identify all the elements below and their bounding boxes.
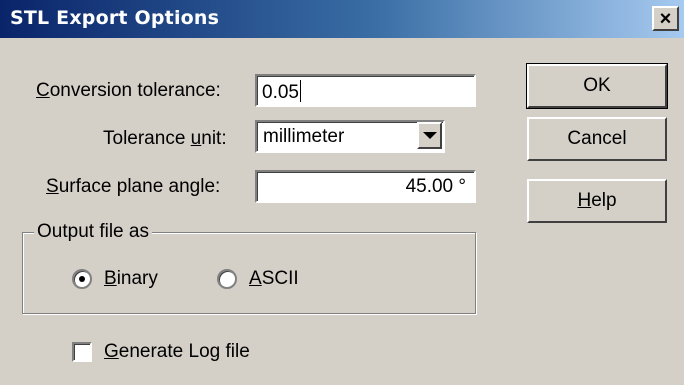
conversion-tolerance-input[interactable]: 0.05 xyxy=(255,74,476,107)
binary-label-rest: inary xyxy=(116,268,158,289)
surface-plane-angle-mnemonic: S xyxy=(46,176,59,197)
cancel-button[interactable]: Cancel xyxy=(527,117,667,161)
ascii-label-rest: SCII xyxy=(261,268,299,289)
generate-log-label: Generate Log file xyxy=(104,341,250,363)
ascii-radio[interactable]: ASCII xyxy=(217,268,299,290)
surface-plane-angle-value: 45.00 ° xyxy=(405,176,466,197)
binary-radio[interactable]: Binary xyxy=(72,268,158,290)
help-button[interactable]: Help xyxy=(527,179,667,223)
help-button-label: Help xyxy=(577,190,616,212)
binary-radio-label: Binary xyxy=(104,268,158,290)
conversion-tolerance-label-rest: onversion tolerance: xyxy=(49,80,221,101)
tolerance-unit-label: Tolerance unit: xyxy=(103,128,227,150)
generate-log-checkbox[interactable]: Generate Log file xyxy=(72,341,250,363)
conversion-tolerance-value: 0.05 xyxy=(262,82,299,103)
generate-log-mnemonic: G xyxy=(104,341,119,362)
binary-mnemonic: B xyxy=(104,268,117,289)
close-button[interactable]: × xyxy=(652,6,679,31)
tolerance-unit-dropdown-button[interactable] xyxy=(417,122,442,149)
surface-plane-angle-input[interactable]: 45.00 ° xyxy=(255,170,476,203)
close-icon: × xyxy=(659,7,672,30)
output-file-group-legend: Output file as xyxy=(34,221,152,243)
surface-plane-angle-label-rest: urface plane angle: xyxy=(58,176,221,197)
tolerance-unit-value: millimeter xyxy=(263,126,345,147)
ascii-radio-label: ASCII xyxy=(249,268,299,290)
radio-selected-icon xyxy=(72,269,92,289)
tolerance-unit-label-pre: Tolerance xyxy=(103,128,191,149)
checkbox-box xyxy=(72,342,92,362)
radio-unselected-icon xyxy=(217,269,237,289)
tolerance-unit-label-rest: nit: xyxy=(201,128,227,149)
stl-export-dialog: STL Export Options × Conversion toleranc… xyxy=(0,0,684,385)
text-caret xyxy=(299,80,301,102)
conversion-tolerance-label: Conversion tolerance: xyxy=(36,80,221,102)
help-label-rest: elp xyxy=(591,190,617,211)
conversion-tolerance-mnemonic: C xyxy=(36,80,50,101)
tolerance-unit-mnemonic: u xyxy=(190,128,202,149)
ascii-mnemonic: A xyxy=(249,268,262,289)
radio-dot-icon xyxy=(79,276,85,282)
window-title: STL Export Options xyxy=(10,7,220,29)
ok-button-label: OK xyxy=(583,75,611,96)
ok-button[interactable]: OK xyxy=(526,63,668,109)
title-bar[interactable]: STL Export Options × xyxy=(0,0,684,38)
chevron-down-icon xyxy=(422,132,437,139)
generate-log-label-rest: enerate Log file xyxy=(118,341,250,362)
cancel-button-label: Cancel xyxy=(567,128,627,149)
surface-plane-angle-label: Surface plane angle: xyxy=(46,176,220,198)
help-mnemonic: H xyxy=(577,190,592,211)
